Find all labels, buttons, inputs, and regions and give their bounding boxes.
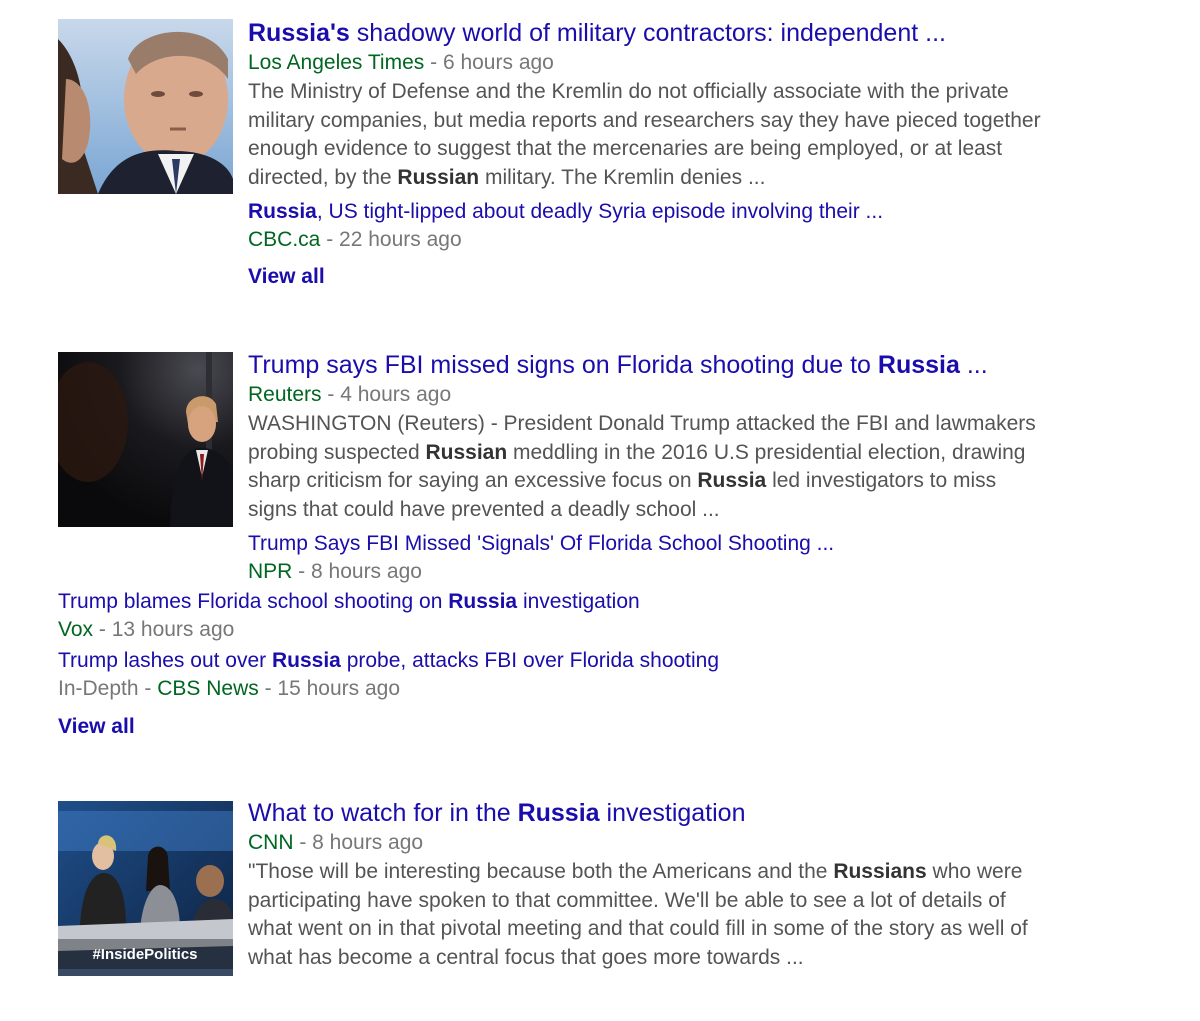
related-story-meta: CBC.ca - 22 hours ago — [248, 228, 462, 251]
timestamp: 22 hours ago — [339, 228, 462, 251]
result-2-meta: Reuters - 4 hours ago — [248, 383, 452, 406]
result-1-thumbnail[interactable] — [58, 19, 233, 194]
related-story-link[interactable]: Russia, US tight-lipped about deadly Syr… — [248, 198, 1148, 226]
result-2-thumbnail-image — [58, 352, 233, 527]
thumbnail-caption: #InsidePolitics — [92, 946, 197, 963]
timestamp: 6 hours ago — [442, 51, 554, 74]
result-3-body: What to watch for in the Russia investig… — [248, 797, 1148, 972]
timestamp: 4 hours ago — [340, 383, 452, 406]
related-story-meta: Vox - 13 hours ago — [58, 618, 235, 641]
timestamp: 8 hours ago — [311, 560, 422, 583]
headline-keyword: Russia's — [248, 19, 350, 47]
snippet-line: "Those will be interesting because both … — [248, 860, 1023, 883]
result-2-snippet: WASHINGTON (Reuters) - President Donald … — [248, 410, 1148, 524]
snippet-line: what went on in that pivotal meeting and… — [248, 917, 1028, 940]
meta-separator: - — [424, 51, 443, 74]
result-1-meta: Los Angeles Times - 6 hours ago — [248, 49, 1148, 77]
result-3-headline-link[interactable]: What to watch for in the Russia investig… — [248, 797, 1148, 829]
result-3-thumbnail-image: #InsidePolitics — [58, 801, 233, 976]
snippet-line: enough evidence to suggest that the merc… — [248, 137, 1003, 160]
result-1-body: Russia's shadowy world of military contr… — [248, 17, 1148, 291]
source-name: Los Angeles Times — [248, 51, 425, 74]
related-story-link[interactable]: Trump lashes out over Russia probe, atta… — [58, 647, 1158, 675]
source-name: NPR — [248, 560, 293, 583]
timestamp: 15 hours ago — [277, 677, 401, 700]
snippet-line: participating have spoken to that commit… — [248, 888, 1006, 912]
timestamp: 8 hours ago — [312, 831, 424, 854]
snippet-line: probing suspected Russian meddling in th… — [248, 440, 1026, 464]
headline-text: shadowy world of military contractors: i… — [349, 19, 946, 47]
snippet-line: what has become a central focus that goe… — [248, 945, 804, 969]
snippet-line: directed, by the Russian military. The K… — [248, 165, 766, 189]
source-name: CBS News — [157, 677, 259, 700]
source-name: Reuters — [248, 383, 322, 406]
result-2-headline-link[interactable]: Trump says FBI missed signs on Florida s… — [248, 349, 1148, 381]
related-story-meta: In-Depth - CBS News - 15 hours ago — [58, 677, 401, 700]
related-story-meta: NPR - 8 hours ago — [248, 560, 422, 583]
source-name: CBC.ca — [248, 228, 321, 251]
timestamp: 13 hours ago — [111, 618, 235, 641]
in-depth-label: In-Depth — [58, 677, 139, 700]
result-2-body: Trump says FBI missed signs on Florida s… — [248, 349, 1148, 586]
snippet-line: military companies, but media reports an… — [248, 108, 1041, 132]
result-3-thumbnail[interactable]: #InsidePolitics — [58, 801, 233, 976]
result-2-more-stories: Trump blames Florida school shooting on … — [58, 588, 1158, 741]
view-all-link[interactable]: View all — [248, 263, 1148, 291]
snippet-line: sharp criticism for saying an excessive … — [248, 469, 997, 492]
result-1-snippet: The Ministry of Defense and the Kremlin … — [248, 78, 1148, 192]
result-3-snippet: "Those will be interesting because both … — [248, 858, 1148, 972]
related-story-link[interactable]: Trump Says FBI Missed 'Signals' Of Flori… — [248, 530, 1148, 558]
snippet-line: WASHINGTON (Reuters) - President Donald … — [248, 412, 1036, 435]
source-name: Vox — [58, 618, 94, 641]
view-all-link[interactable]: View all — [58, 713, 1158, 741]
result-1-thumbnail-image — [58, 19, 233, 194]
related-story-link[interactable]: Trump blames Florida school shooting on … — [58, 588, 1158, 616]
snippet-line: The Ministry of Defense and the Kremlin … — [248, 80, 1009, 103]
source-name: CNN — [248, 831, 294, 854]
result-2-thumbnail[interactable] — [58, 352, 233, 527]
result-3-meta: CNN - 8 hours ago — [248, 831, 424, 854]
snippet-line: signs that could have prevented a deadly… — [248, 497, 720, 521]
result-1-headline-link[interactable]: Russia's shadowy world of military contr… — [248, 17, 1148, 49]
